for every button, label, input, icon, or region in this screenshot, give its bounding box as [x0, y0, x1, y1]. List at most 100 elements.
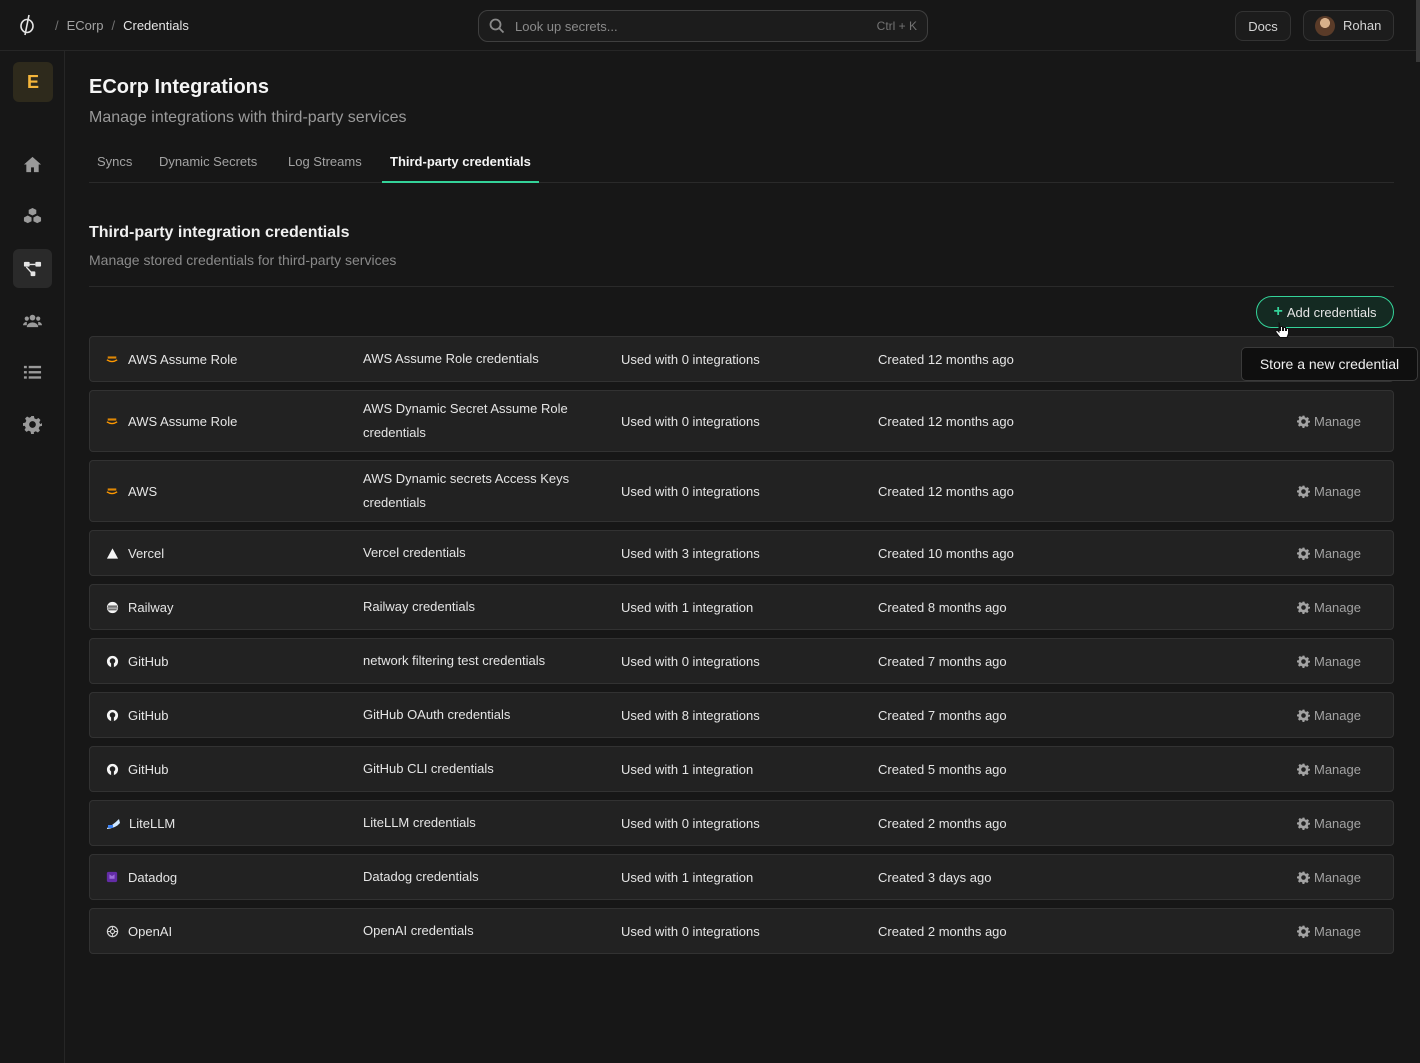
docs-button[interactable]: Docs — [1235, 11, 1291, 41]
credential-usage: Used with 0 integrations — [621, 483, 760, 499]
credential-provider: Vercel — [105, 531, 355, 575]
provider-label: OpenAI — [128, 923, 173, 939]
search-bar[interactable]: Ctrl + K — [478, 10, 928, 42]
gear-icon — [1297, 415, 1314, 428]
tab-dynamic-secrets[interactable]: Dynamic Secrets — [151, 145, 265, 183]
users-icon — [23, 314, 42, 328]
user-menu-button[interactable]: Rohan — [1303, 10, 1394, 41]
page-subtitle: Manage integrations with third-party ser… — [89, 109, 407, 126]
provider-label: GitHub — [128, 761, 169, 777]
manage-button[interactable]: Manage — [1297, 801, 1377, 845]
credential-usage: Used with 0 integrations — [621, 923, 760, 939]
credential-usage: Used with 3 integrations — [621, 545, 760, 561]
tab-third-party-credentials[interactable]: Third-party credentials — [382, 145, 539, 183]
manage-button[interactable]: Manage — [1297, 747, 1377, 791]
credential-row[interactable]: GitHub GitHub CLI credentials Used with 1 … — [89, 746, 1394, 792]
manage-label: Manage — [1314, 483, 1361, 499]
manage-button[interactable]: Manage — [1297, 639, 1377, 683]
phase-logo-icon[interactable] — [18, 14, 36, 36]
sidebar-item-apps[interactable] — [13, 197, 52, 236]
credential-provider: LiteLLM — [105, 801, 355, 845]
gear-icon — [1297, 485, 1314, 498]
section-title: Third-party integration credentials — [89, 224, 350, 241]
aws-icon — [105, 352, 119, 366]
credential-row[interactable]: OpenAI OpenAI credentials Used with 0 inte… — [89, 908, 1394, 954]
openai-icon — [105, 924, 119, 938]
credential-row[interactable]: Vercel Vercel credentials Used with 3 inte… — [89, 530, 1394, 576]
add-credentials-label: Add credentials — [1286, 304, 1377, 320]
scrollbar[interactable] — [1416, 0, 1420, 62]
breadcrumb-org[interactable]: ECorp — [67, 18, 104, 33]
credential-row[interactable]: AWS AWS Dynamic secrets Access Keys crede… — [89, 460, 1394, 522]
sidebar: E — [0, 51, 65, 1063]
gear-icon — [1297, 925, 1314, 938]
credential-created: Created 10 months ago — [878, 545, 1014, 561]
manage-label: Manage — [1314, 653, 1361, 669]
sidebar-item-members[interactable] — [13, 301, 52, 340]
tooltip: Store a new credential — [1241, 347, 1418, 381]
credential-name: OpenAI credentials — [363, 923, 474, 938]
credential-provider: GitHub — [105, 693, 355, 737]
manage-button[interactable]: Manage — [1297, 855, 1377, 899]
search-shortcut: Ctrl + K — [876, 19, 917, 33]
credential-usage: Used with 0 integrations — [621, 351, 760, 367]
sidebar-item-home[interactable] — [13, 145, 52, 184]
credential-row[interactable]: AWS Assume Role AWS Dynamic Secret Assume… — [89, 390, 1394, 452]
org-badge[interactable]: E — [13, 62, 53, 102]
credential-row[interactable]: GitHub network filtering test credentials… — [89, 638, 1394, 684]
integrations-icon — [23, 261, 42, 277]
credential-row[interactable]: LiteLLM LiteLLM credentials Used with 0 in… — [89, 800, 1394, 846]
credential-name: AWS Dynamic Secret Assume Role credentia… — [363, 401, 568, 440]
list-icon — [23, 365, 42, 379]
litellm-icon — [105, 816, 121, 830]
user-name: Rohan — [1343, 18, 1382, 33]
gear-icon — [1297, 709, 1314, 722]
sidebar-item-logs[interactable] — [13, 353, 52, 392]
gear-icon — [1297, 871, 1314, 884]
tab-log-streams[interactable]: Log Streams — [280, 145, 370, 183]
gear-icon — [1297, 763, 1314, 776]
manage-label: Manage — [1314, 545, 1361, 561]
breadcrumb: / ECorp / Credentials — [55, 18, 189, 33]
credential-row[interactable]: Railway Railway credentials Used with 1 in… — [89, 584, 1394, 630]
plus-icon: + — [1273, 303, 1283, 320]
manage-label: Manage — [1314, 707, 1361, 723]
datadog-icon — [105, 870, 119, 884]
manage-button[interactable]: Manage — [1297, 693, 1377, 737]
tab-syncs[interactable]: Syncs — [89, 145, 140, 183]
gear-icon — [1297, 601, 1314, 614]
credential-row[interactable]: AWS Assume Role AWS Assume Role credentia… — [89, 336, 1394, 382]
manage-label: Manage — [1314, 815, 1361, 831]
search-input[interactable] — [515, 18, 877, 34]
hand-cursor-icon — [1274, 322, 1289, 338]
manage-button[interactable]: Manage — [1297, 909, 1377, 953]
credential-created: Created 3 days ago — [878, 869, 992, 885]
credential-created: Created 12 months ago — [878, 413, 1014, 429]
credential-provider: OpenAI — [105, 909, 355, 953]
provider-label: LiteLLM — [129, 815, 176, 831]
provider-label: Datadog — [128, 869, 178, 885]
credential-provider: GitHub — [105, 747, 355, 791]
page-title: ECorp Integrations — [89, 76, 270, 98]
gear-icon — [1297, 547, 1314, 560]
divider — [89, 286, 1394, 287]
gear-icon — [23, 415, 42, 434]
credential-name: GitHub OAuth credentials — [363, 707, 511, 722]
credential-created: Created 8 months ago — [878, 599, 1007, 615]
manage-button[interactable]: Manage — [1297, 461, 1377, 521]
manage-label: Manage — [1314, 599, 1361, 615]
top-bar: / ECorp / Credentials Ctrl + K Docs Roha… — [0, 0, 1420, 62]
sidebar-item-integrations[interactable] — [13, 249, 52, 288]
manage-label: Manage — [1314, 413, 1361, 429]
manage-button[interactable]: Manage — [1297, 391, 1377, 451]
credential-row[interactable]: GitHub GitHub OAuth credentials Used with … — [89, 692, 1394, 738]
credential-row[interactable]: Datadog Datadog credentials Used with 1 in… — [89, 854, 1394, 900]
credential-name: GitHub CLI credentials — [363, 761, 494, 776]
credential-usage: Used with 1 integration — [621, 599, 754, 615]
manage-button[interactable]: Manage — [1297, 531, 1377, 575]
sidebar-item-settings[interactable] — [13, 405, 52, 444]
avatar — [1315, 15, 1335, 36]
credential-created: Created 12 months ago — [878, 351, 1014, 367]
manage-button[interactable]: Manage — [1297, 585, 1377, 629]
github-icon — [105, 654, 119, 668]
